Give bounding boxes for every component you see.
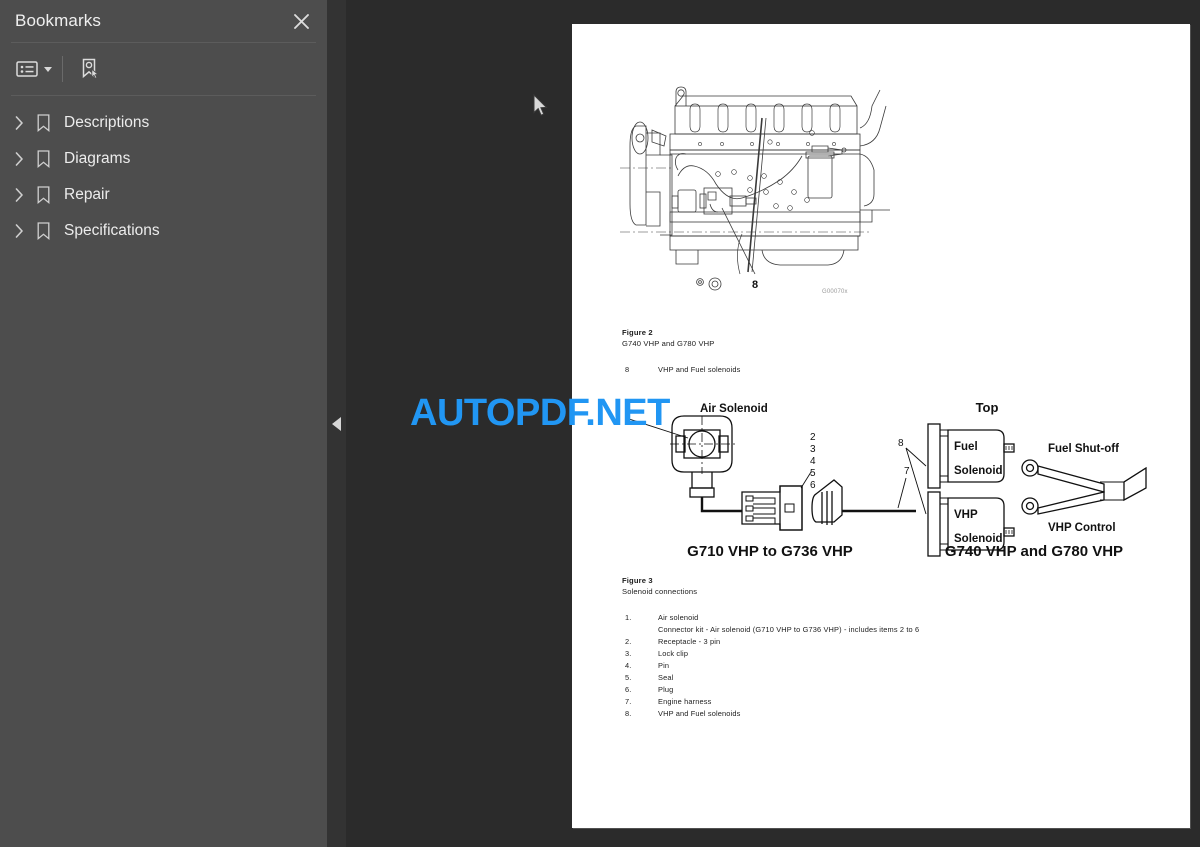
sidebar-item-descriptions[interactable]: Descriptions <box>0 105 327 141</box>
figure-code: G00070x <box>822 289 848 295</box>
item-text: VHP and Fuel solenoids <box>658 708 741 718</box>
bookmarks-toolbar <box>0 43 327 95</box>
figure2-title: Figure 2 <box>622 328 653 337</box>
item-subtext: Connector kit - Air solenoid (G710 VHP t… <box>658 624 920 634</box>
list-item: 2. Receptacle - 3 pin <box>625 636 919 648</box>
label-fuel: Fuel <box>954 441 978 453</box>
list-item: 3. Lock clip <box>625 648 919 660</box>
label-fuel-solenoid: Solenoid <box>954 465 1003 477</box>
chevron-right-icon[interactable] <box>8 112 30 134</box>
figure3-item-list: 1. Air solenoid Connector kit - Air sole… <box>625 612 919 720</box>
figure3-caption: Figure 3 Solenoid connections <box>622 575 697 597</box>
panel-title: Bookmarks <box>15 11 101 30</box>
figure2-caption: Figure 2 G740 VHP and G780 VHP <box>622 327 715 349</box>
new-bookmark-icon[interactable] <box>73 52 107 86</box>
label-vhp-control: VHP Control <box>1048 522 1116 534</box>
item-number: 2. <box>625 636 632 646</box>
bookmark-icon <box>30 184 56 206</box>
label-top: Top <box>976 400 999 415</box>
pdf-page: 8 G00070x Figure 2 G740 VHP and G780 VHP… <box>572 24 1190 828</box>
sidebar-item-diagrams[interactable]: Diagrams <box>0 141 327 177</box>
sidebar-item-label: Specifications <box>64 222 160 239</box>
bookmark-icon <box>30 148 56 170</box>
bookmarks-panel-header: Bookmarks <box>0 0 327 42</box>
label-vhp: VHP <box>954 509 978 521</box>
callout-8: 8 <box>898 438 904 449</box>
engine-diagram: 8 <box>612 60 932 322</box>
item-number: 3. <box>625 648 632 658</box>
chevron-down-icon[interactable] <box>44 66 52 72</box>
figure2-item: 8 VHP and Fuel solenoids <box>625 365 740 374</box>
sidebar-item-label: Diagrams <box>64 150 131 167</box>
figure2-item-label: VHP and Fuel solenoids <box>658 365 741 374</box>
chevron-right-icon[interactable] <box>8 148 30 170</box>
sidebar-item-repair[interactable]: Repair <box>0 177 327 213</box>
callout-5: 5 <box>810 468 816 479</box>
item-number: 6. <box>625 684 632 694</box>
list-options-icon[interactable] <box>14 52 54 86</box>
item-number: 5. <box>625 672 632 682</box>
close-icon[interactable] <box>287 7 315 35</box>
item-text: Lock clip <box>658 648 689 658</box>
solenoid-diagram: Air Solenoid Top Fuel Solenoid VHP Solen… <box>610 396 1155 561</box>
figure2-item-number: 8 <box>625 365 630 374</box>
figure3-subtitle: Solenoid connections <box>622 587 698 596</box>
sidebar-item-label: Repair <box>64 186 110 203</box>
sidebar-item-specifications[interactable]: Specifications <box>0 213 327 249</box>
figure3-title: Figure 3 <box>622 576 653 585</box>
callout-2: 2 <box>810 432 816 443</box>
arrow-cursor <box>533 93 549 123</box>
pdf-viewer-window: Bookmarks Descriptions Diagrams Repair S… <box>0 0 1200 847</box>
callout-7: 7 <box>904 466 910 477</box>
sidebar-item-label: Descriptions <box>64 114 150 131</box>
list-item: 6. Plug <box>625 684 919 696</box>
chevron-right-icon[interactable] <box>8 220 30 242</box>
list-item: 1. Air solenoid <box>625 612 919 624</box>
callout-3: 3 <box>810 444 816 455</box>
bookmarks-panel: Bookmarks Descriptions Diagrams Repair S… <box>0 0 327 847</box>
figure2-subtitle: G740 VHP and G780 VHP <box>622 339 715 348</box>
item-text: Pin <box>658 660 670 670</box>
item-number: 8. <box>625 708 632 718</box>
item-text: Engine harness <box>658 696 712 706</box>
label-fuel-shutoff: Fuel Shut-off <box>1048 443 1119 455</box>
list-item: 7. Engine harness <box>625 696 919 708</box>
callout-4: 4 <box>810 456 816 467</box>
bookmark-icon <box>30 220 56 242</box>
label-air-solenoid: Air Solenoid <box>700 403 768 415</box>
item-number: 1. <box>625 613 632 622</box>
left-figure-title: G710 VHP to G736 VHP <box>687 543 853 560</box>
bookmark-list: Descriptions Diagrams Repair Specificati… <box>0 96 327 249</box>
right-figure-title: G740 VHP and G780 VHP <box>945 543 1123 560</box>
list-item: 4. Pin <box>625 660 919 672</box>
list-item: 8. VHP and Fuel solenoids <box>625 708 919 720</box>
svg-text:8: 8 <box>752 279 758 291</box>
item-text: Air solenoid <box>658 613 699 622</box>
item-text: Seal <box>658 672 674 682</box>
bookmark-icon <box>30 112 56 134</box>
callout-6: 6 <box>810 480 816 491</box>
item-number: 7. <box>625 696 632 706</box>
item-text: Plug <box>658 684 674 694</box>
list-item: 5. Seal <box>625 672 919 684</box>
triangle-left-icon <box>332 417 341 431</box>
item-text: Receptacle - 3 pin <box>658 636 721 646</box>
document-viewer[interactable]: 8 G00070x Figure 2 G740 VHP and G780 VHP… <box>346 0 1200 847</box>
toolbar-separator <box>62 56 63 82</box>
collapse-panel-button[interactable] <box>328 411 345 437</box>
chevron-right-icon[interactable] <box>8 184 30 206</box>
item-number: 4. <box>625 660 632 670</box>
